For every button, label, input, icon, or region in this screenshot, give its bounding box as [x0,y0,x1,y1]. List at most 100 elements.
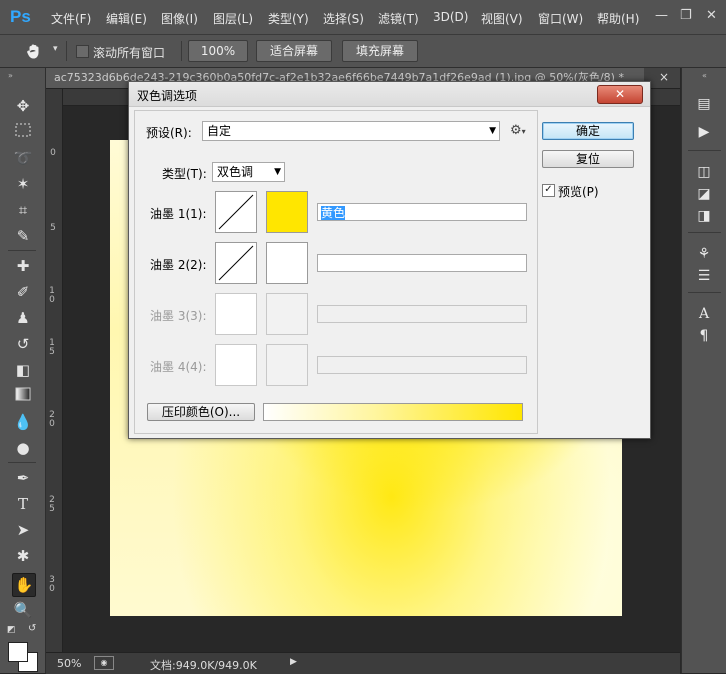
menu-3d[interactable]: 3D(D) [433,10,468,24]
type-tool-icon[interactable]: T [12,493,34,515]
ink-1-name-input[interactable]: 黄色 [317,203,527,221]
divider [688,292,721,293]
default-colors-icon[interactable]: ◩ [7,625,16,635]
ink-2-color-swatch[interactable] [266,242,308,284]
menu-edit[interactable]: 编辑(E) [106,10,147,27]
ink-3-color-swatch [266,293,308,335]
ink-2-name-input[interactable] [317,254,527,272]
channels-panel-icon[interactable]: ◪ [693,184,715,204]
menu-view[interactable]: 视图(V) [481,10,523,27]
pen-tool-icon[interactable]: ✒ [12,467,34,489]
ink-1-label: 油墨 1(1): [150,207,207,221]
duotone-gradient-bar [263,403,523,421]
collapse-arrows-icon[interactable]: » [8,71,13,80]
close-window-button[interactable]: ✕ [706,8,717,23]
ink-1-name-text: 黄色 [321,206,346,220]
menu-file[interactable]: 文件(F) [51,10,91,27]
marquee-tool-icon[interactable] [12,121,34,143]
menu-select[interactable]: 选择(S) [323,10,364,27]
move-tool-icon[interactable]: ✥ [12,95,34,117]
ink-1-color-swatch[interactable] [266,191,308,233]
ok-button[interactable]: 确定 [542,122,634,140]
paragraph-panel-icon[interactable]: ¶ [693,326,715,346]
swap-colors-icon[interactable]: ↺ [28,623,36,634]
dialog-content-panel: 预设(R): 自定 ▼ ⚙▾ 类型(T): 双色调 ▼ 油墨 1(1): 黄色 … [134,110,538,434]
hand-icon[interactable] [26,43,42,59]
character-panel-icon[interactable]: A [693,304,715,324]
divider [66,41,67,61]
hand-tool-icon[interactable]: ✋ [12,573,36,597]
curve-diagonal-icon [218,194,254,230]
right-panel-dock: « ▤ ▶ ◫ ◪ ◨ ⚘ ☰ A ¶ [681,68,726,673]
fill-screen-button[interactable]: 填充屏幕 [342,40,418,62]
ruler-tick: 1 0 [49,286,55,305]
actions-panel-icon[interactable]: ▶ [693,122,715,142]
path-selection-icon[interactable]: ➤ [12,519,34,541]
ink-1-curve-box[interactable] [215,191,257,233]
scroll-all-windows-label: 滚动所有窗口 [93,46,166,60]
document-size-info: 文档:949.0K/949.0K [150,659,257,672]
preset-select[interactable]: 自定 ▼ [202,121,500,141]
menu-image[interactable]: 图像(I) [161,10,198,27]
brush-tool-icon[interactable]: ✐ [12,281,34,303]
status-menu-arrow[interactable]: ▶ [290,657,297,667]
eraser-icon[interactable]: ◧ [12,359,34,381]
history-panel-icon[interactable]: ▤ [693,94,715,114]
menu-type[interactable]: 类型(Y) [268,10,309,27]
restore-button[interactable]: ❐ [680,8,692,23]
ruler-tick: 2 5 [49,495,55,514]
eyedropper-icon[interactable]: ✎ [12,225,34,247]
crop-tool-icon[interactable]: ⌗ [12,199,34,221]
close-tab-icon[interactable]: × [659,70,669,84]
ink-2-label: 油墨 2(2): [150,258,207,272]
status-bar: 50% ◉ 文档:949.0K/949.0K ▶ [46,652,680,674]
history-brush-icon[interactable]: ↺ [12,333,34,355]
fit-screen-button[interactable]: 适合屏幕 [256,40,332,62]
scroll-all-windows-checkbox[interactable] [76,45,89,58]
custom-shape-icon[interactable]: ✱ [12,545,34,567]
divider [688,150,721,151]
zoom-tool-icon[interactable]: 🔍 [12,599,34,621]
dialog-titlebar[interactable]: 双色调选项 ✕ [129,82,650,107]
ink-3-name-input [317,305,527,323]
lasso-tool-icon[interactable]: ➰ [12,147,34,169]
divider [8,462,36,463]
ink-3-label: 油墨 3(3): [150,309,207,323]
ruler-tick: 3 0 [49,575,55,594]
ruler-tick: 5 [50,223,56,233]
brush-panel-icon[interactable]: ⚘ [693,244,715,264]
layers-panel-icon[interactable]: ◫ [693,162,715,182]
menu-layer[interactable]: 图层(L) [213,10,253,27]
dodge-tool-icon[interactable]: ● [12,437,34,459]
collapse-arrows-icon[interactable]: « [702,71,707,80]
ink-4-color-swatch [266,344,308,386]
healing-brush-icon[interactable]: ✚ [12,255,34,277]
dialog-close-button[interactable]: ✕ [597,85,643,104]
ink-3-curve-box [215,293,257,335]
reset-button[interactable]: 复位 [542,150,634,168]
tools-panel: » ✥ ➰ ✶ ⌗ ✎ ✚ ✐ ♟ ↺ ◧ 💧 ● ✒ T ➤ ✱ ✋ 🔍 ◩ … [0,68,46,673]
menu-bar: Ps 文件(F) 编辑(E) 图像(I) 图层(L) 类型(Y) 选择(S) 滤… [0,0,726,35]
ink-2-curve-box[interactable] [215,242,257,284]
menu-filter[interactable]: 滤镜(T) [378,10,419,27]
menu-help[interactable]: 帮助(H) [597,10,639,27]
preview-checkbox[interactable]: ✓ [542,184,555,197]
paths-panel-icon[interactable]: ◨ [693,206,715,226]
foreground-color-swatch[interactable] [8,642,28,662]
zoom-100-button[interactable]: 100% [188,40,248,62]
overprint-colors-button[interactable]: 压印颜色(O)... [147,403,255,421]
type-select[interactable]: 双色调 ▼ [212,162,285,182]
stamp-tool-icon[interactable]: ♟ [12,307,34,329]
gear-icon[interactable]: ⚙▾ [510,123,526,138]
minimize-button[interactable]: — [655,8,668,23]
ruler-tick: 0 [50,148,56,158]
ink-4-name-input [317,356,527,374]
adjustments-panel-icon[interactable]: ☰ [693,266,715,286]
magic-wand-icon[interactable]: ✶ [12,173,34,195]
options-bar: ▾ 滚动所有窗口 100% 适合屏幕 填充屏幕 [0,35,726,68]
blur-tool-icon[interactable]: 💧 [12,411,34,433]
tool-preset-dropdown-icon[interactable]: ▾ [53,44,58,54]
gradient-tool-icon[interactable] [12,385,34,407]
zoom-level[interactable]: 50% [57,657,81,670]
menu-window[interactable]: 窗口(W) [538,10,583,27]
